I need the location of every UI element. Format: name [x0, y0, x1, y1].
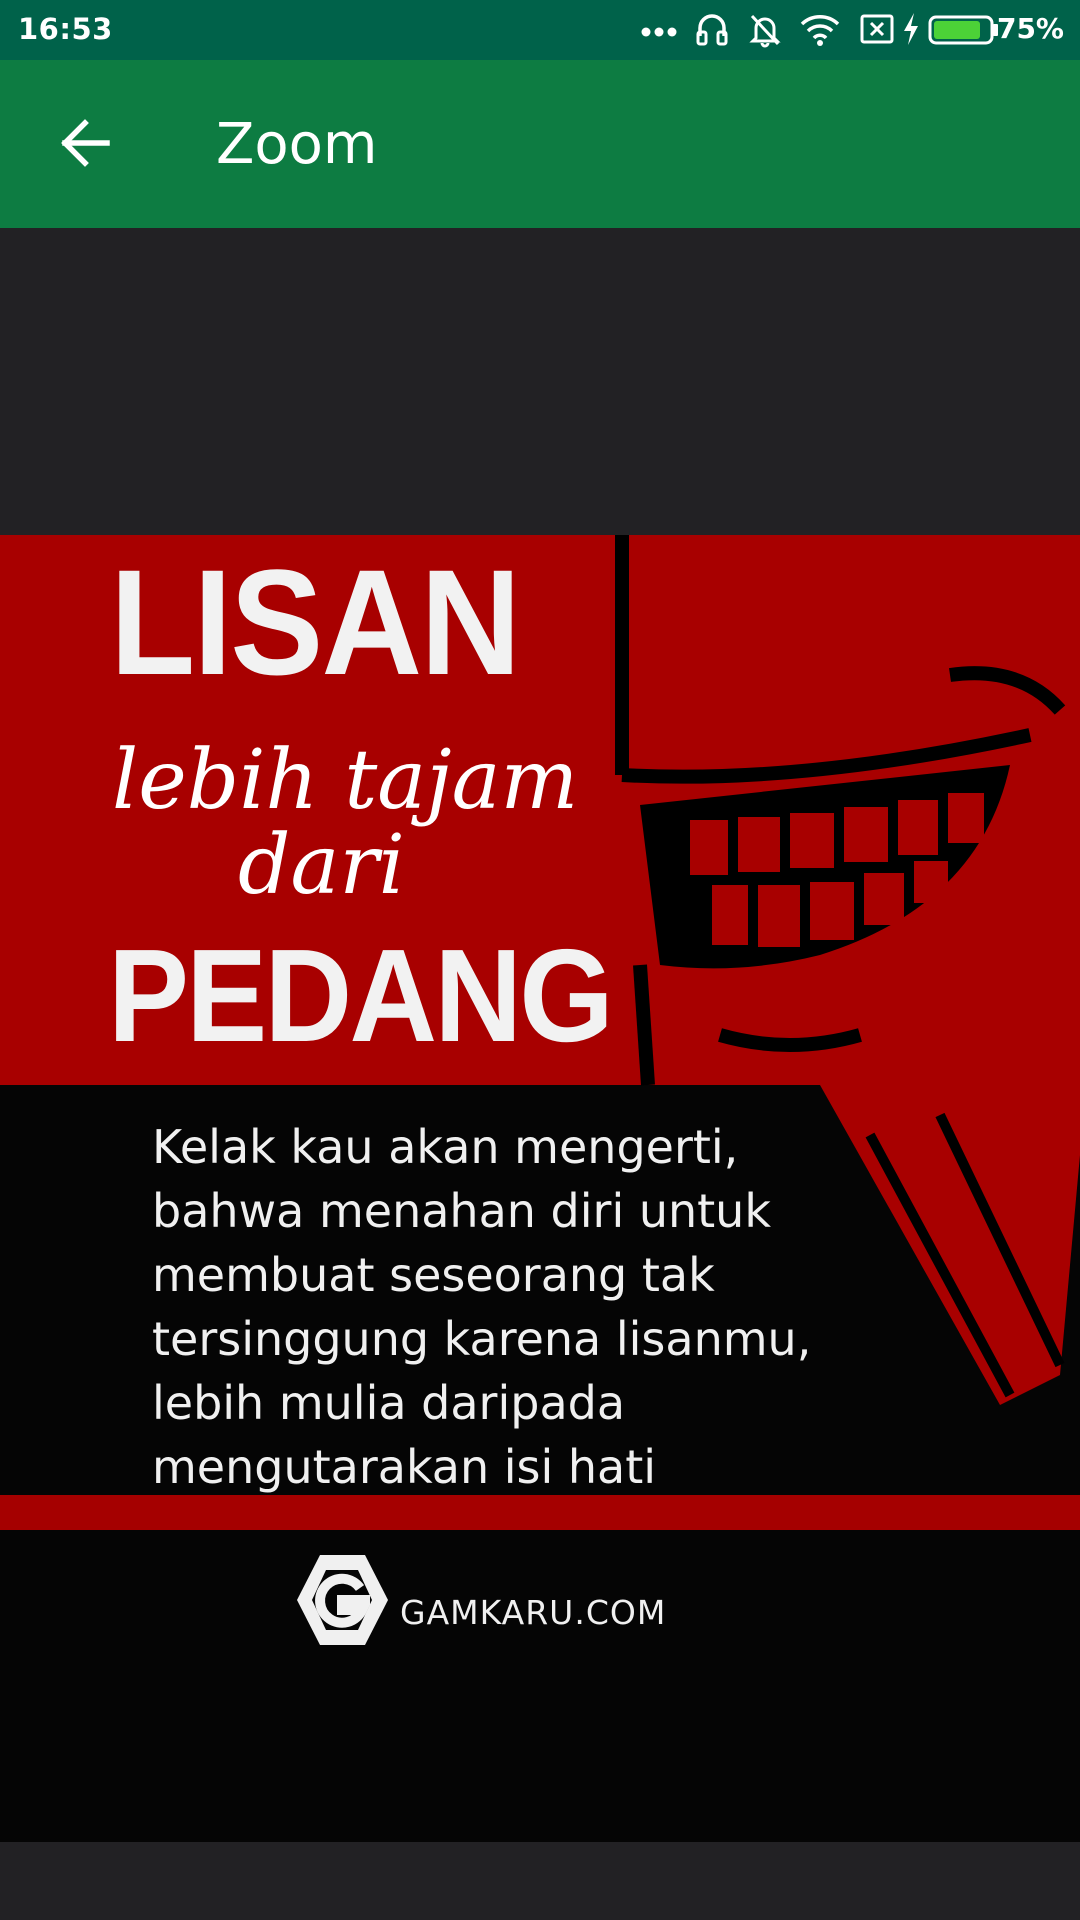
app-bar: Zoom [0, 60, 1080, 228]
page-title: Zoom [216, 112, 378, 177]
battery-percent: 75% [996, 12, 1064, 45]
more-dots-icon [641, 27, 677, 37]
arrow-back-icon [61, 119, 110, 167]
headline-lisan: LISAN [110, 538, 521, 706]
charging-icon [904, 13, 918, 45]
zoom-viewer[interactable]: LISAN lebih tajam dari PEDANG Kelak kau … [0, 228, 1080, 1920]
headline-script-1: lebih tajam [112, 733, 579, 828]
wifi-icon [800, 15, 840, 46]
silent-icon [749, 14, 781, 48]
gamkaru-logo-icon [297, 1555, 388, 1645]
quote-text: Kelak kau akan mengerti, bahwa menahan d… [152, 1120, 812, 1494]
zoomable-image[interactable]: LISAN lebih tajam dari PEDANG Kelak kau … [0, 535, 1080, 1842]
status-bar: 16:53 75% [0, 0, 1080, 60]
status-icons: 75% [640, 0, 1080, 60]
headline-script-2: dari [238, 818, 405, 913]
back-button[interactable] [40, 98, 130, 188]
logo-text: GAMKARU.COM [400, 1593, 667, 1632]
status-time: 16:53 [18, 12, 113, 46]
headline-pedang: PEDANG [108, 922, 614, 1069]
sim-x-icon [860, 14, 894, 44]
headset-icon [696, 14, 728, 46]
battery-icon [928, 15, 998, 45]
